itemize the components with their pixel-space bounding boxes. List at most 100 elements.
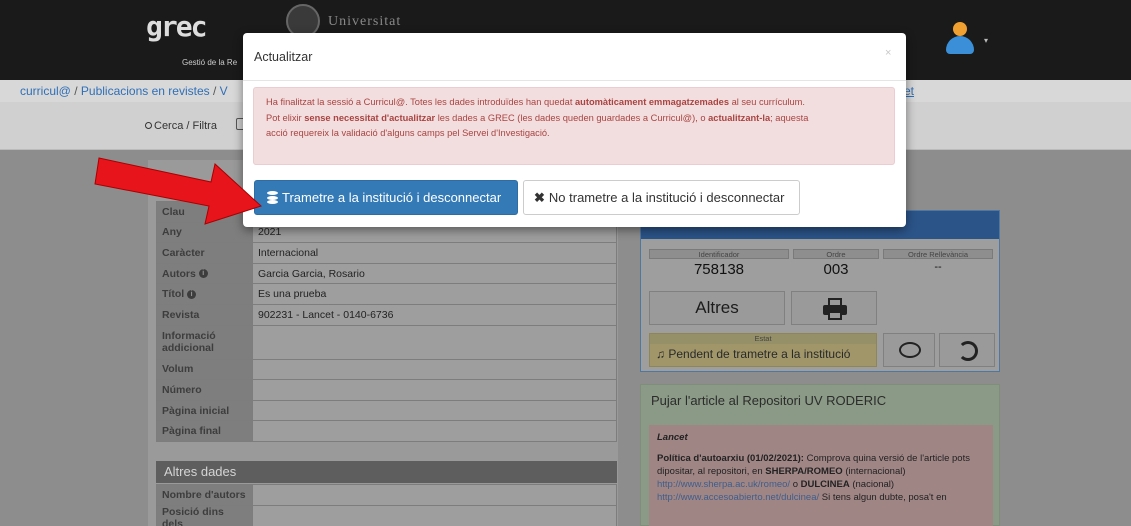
form-value: Garcia Garcia, Rosario xyxy=(252,262,617,285)
policy-heading: Política d'autoarxiu (01/02/2021): xyxy=(657,453,804,464)
dulcinea-link[interactable]: http://www.accesoabierto.net/dulcinea/ xyxy=(657,492,819,503)
ordre-cell: Ordre 003 xyxy=(793,249,879,289)
form-label: Títol i xyxy=(156,283,253,305)
ordre-label: Ordre xyxy=(793,249,879,259)
altres-dades-heading: Altres dades xyxy=(156,461,617,483)
dulcinea-note: (nacional) xyxy=(849,479,895,490)
roderic-title: Pujar l'article al Repositori UV RODERIC xyxy=(651,393,887,408)
alert-line-1: Ha finalitzat la sessió a Curricul@. Tot… xyxy=(266,95,882,111)
form-label: Nombre d'autors xyxy=(156,484,253,506)
form-label: Caràcter xyxy=(156,242,253,264)
form-row: Informació addicional xyxy=(156,324,617,360)
form-label-text: Posició dins dels xyxy=(162,506,224,526)
form-value xyxy=(252,358,617,381)
actualitzar-modal: Actualitzar × Ha finalitzat la sessió a … xyxy=(243,33,906,227)
modal-title: Actualitzar xyxy=(254,50,313,64)
search-filter-button[interactable]: Cerca / Filtra xyxy=(145,120,217,132)
doubt-text: Si tens algun dubte, posa't en xyxy=(819,492,947,503)
search-filter-label: Cerca / Filtra xyxy=(154,120,217,132)
alert-line-2: Pot elixir sense necessitat d'actualitza… xyxy=(266,111,882,127)
form-label: Revista xyxy=(156,303,253,326)
journal-name: Lancet xyxy=(657,432,688,443)
logo-text: grec xyxy=(146,10,207,43)
roderic-panel: Pujar l'article al Repositori UV RODERIC… xyxy=(640,384,1000,526)
grec-logo[interactable]: grec Gestió de la Re xyxy=(146,10,246,70)
info-icon[interactable]: i xyxy=(198,269,208,279)
form-value xyxy=(252,399,617,422)
breadcrumb-item-partial[interactable]: V xyxy=(220,84,228,98)
estat-value: Pendent de trametre a la institució xyxy=(668,347,851,361)
form-value xyxy=(252,505,617,526)
form-value xyxy=(252,420,617,442)
alert-text: Ha finalitzat la sessió a Curricul@. Tot… xyxy=(266,97,576,107)
form-label: Pàgina inicial xyxy=(156,399,253,422)
form-value xyxy=(252,484,617,506)
breadcrumb-item-curriculum[interactable]: curricul@ xyxy=(20,84,71,98)
identificador-value: 758138 xyxy=(693,261,745,278)
form-row: Pàgina inicial xyxy=(156,399,617,422)
trametre-button[interactable]: Trametre a la institució i desconnectar xyxy=(254,180,518,215)
publication-form-table: Clau Any 2021 Caràcter Internacional Autors i… xyxy=(156,201,617,442)
breadcrumb: curricul@ / Publicacions en revistes / V xyxy=(20,84,228,98)
comment-button[interactable] xyxy=(883,333,935,367)
form-label-text: Títol xyxy=(162,288,185,301)
altres-button[interactable]: Altres xyxy=(649,291,785,325)
form-label: Autors i xyxy=(156,262,253,285)
rellevancia-label: Ordre Rellevància xyxy=(883,249,993,259)
estat-value-row: ♫ Pendent de trametre a la institució xyxy=(650,344,876,364)
form-value xyxy=(252,379,617,401)
no-trametre-button[interactable]: ✖ No trametre a la institució i desconnec… xyxy=(523,180,800,215)
sherpa-link[interactable]: http://www.sherpa.ac.uk/romeo/ xyxy=(657,479,790,490)
roderic-info-box: Lancet Política d'autoarxiu (01/02/2021)… xyxy=(649,425,993,526)
form-label-text: Pàgina inicial xyxy=(162,404,230,417)
or-text: o xyxy=(790,479,801,490)
identificador-cell: Identificador 758138 xyxy=(649,249,789,289)
estat-label: Estat xyxy=(650,334,876,344)
close-icon: ✖ xyxy=(534,190,545,205)
alert-bold-text: automàticament emmagatzemades xyxy=(575,97,729,107)
session-alert: Ha finalitzat la sessió a Curricul@. Tot… xyxy=(253,87,895,165)
form-label-text: Autors xyxy=(162,267,196,280)
user-avatar-icon[interactable] xyxy=(944,22,974,56)
form-row: Número xyxy=(156,379,617,401)
form-row: Revista 902231 - Lancet - 0140-6736 xyxy=(156,303,617,326)
form-label-text: Nombre d'autors xyxy=(162,489,246,501)
form-label: Volum xyxy=(156,358,253,381)
identificador-label: Identificador xyxy=(649,249,789,259)
form-label-text: Caràcter xyxy=(162,246,205,259)
form-row: Caràcter Internacional xyxy=(156,242,617,264)
form-label: Posició dins dels xyxy=(156,505,253,526)
form-label-text: Revista xyxy=(162,308,200,321)
history-icon xyxy=(958,341,978,361)
history-button[interactable] xyxy=(939,333,995,367)
sherpa-note: (internacional) xyxy=(842,466,906,477)
bell-icon: ♫ xyxy=(656,347,665,361)
no-trametre-button-label: No trametre a la institució i desconnect… xyxy=(548,190,785,205)
form-value: Es una prueba xyxy=(252,283,617,305)
rellevancia-value: -- xyxy=(934,261,942,273)
close-icon[interactable]: × xyxy=(885,47,891,59)
university-name: Universitat xyxy=(328,14,402,29)
print-button[interactable] xyxy=(791,291,877,325)
alert-text: les dades a GREC (les dades queden guard… xyxy=(435,112,709,123)
trametre-button-label: Trametre a la institució i desconnectar xyxy=(282,190,502,205)
logo-subtitle: Gestió de la Re xyxy=(182,58,238,67)
form-label: Informació addicional xyxy=(156,324,253,360)
form-row: Autors i Garcia Garcia, Rosario xyxy=(156,262,617,285)
breadcrumb-item-publicacions[interactable]: Publicacions en revistes xyxy=(81,84,210,98)
alert-text: ; aquesta xyxy=(770,112,809,123)
red-arrow-annotation xyxy=(94,157,262,225)
form-row: Nombre d'autors xyxy=(156,484,617,506)
chevron-down-icon[interactable]: ▾ xyxy=(984,36,988,45)
comment-icon xyxy=(899,342,921,358)
info-icon[interactable]: i xyxy=(187,289,197,299)
form-row: Pàgina final xyxy=(156,420,617,442)
sherpa-name: SHERPA/ROMEO xyxy=(765,466,843,477)
form-row: Posició dins dels xyxy=(156,505,617,526)
ordre-value: 003 xyxy=(823,261,849,278)
search-icon xyxy=(145,122,152,129)
form-row: Títol i Es una prueba xyxy=(156,283,617,305)
database-icon xyxy=(267,191,278,204)
form-label-text: Informació addicional xyxy=(162,330,216,355)
form-label-text: Pàgina final xyxy=(162,425,221,438)
